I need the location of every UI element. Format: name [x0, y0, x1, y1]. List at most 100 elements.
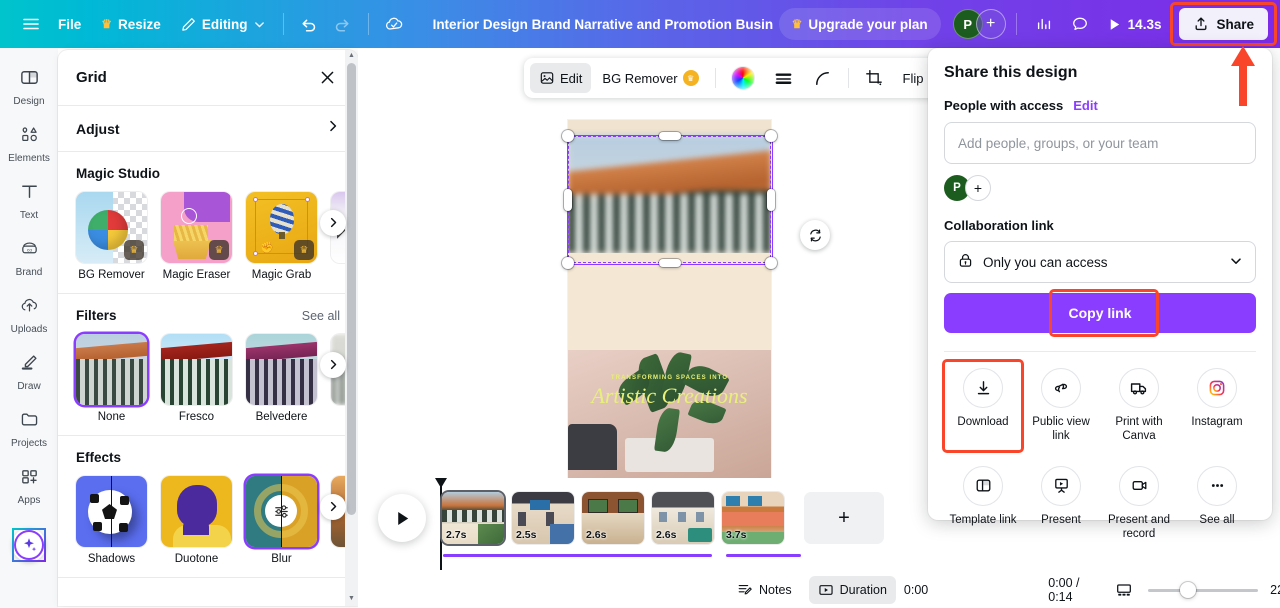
share-button[interactable]: Share: [1179, 8, 1268, 40]
magic-tool-magic-eraser[interactable]: ♛ Magic Eraser: [161, 192, 232, 281]
uploads-cloud-icon: [19, 295, 40, 321]
crop-button[interactable]: [856, 63, 892, 93]
share-action-instagram[interactable]: Instagram: [1178, 362, 1256, 450]
thumbnail: [161, 476, 232, 547]
duration-button[interactable]: Duration: [809, 576, 896, 604]
flip-button[interactable]: Flip: [894, 63, 933, 93]
share-action-label: Present and record: [1102, 513, 1176, 542]
share-action-public-view-link[interactable]: Public view link: [1022, 362, 1100, 450]
document-title[interactable]: Interior Design Brand Narrative and Prom…: [433, 17, 773, 32]
effect-blur[interactable]: Blur: [246, 476, 317, 565]
filter-none[interactable]: None: [76, 334, 147, 423]
timeline-clip[interactable]: 3.7s: [722, 492, 784, 544]
resize-handle-bl[interactable]: [562, 257, 574, 269]
add-page-button[interactable]: +: [804, 492, 884, 544]
effect-thumbs: Shadows Duotone: [76, 476, 340, 565]
share-action-present[interactable]: Present: [1022, 460, 1100, 548]
sidebar-item-design[interactable]: Design: [3, 60, 55, 112]
timeline-clip[interactable]: 2.7s: [442, 492, 504, 544]
editing-mode-button[interactable]: Editing: [171, 8, 275, 40]
resize-handle-tr[interactable]: [765, 130, 777, 142]
resize-handle-left[interactable]: [564, 189, 572, 211]
hamburger-icon[interactable]: [14, 8, 48, 40]
resize-handle-bottom[interactable]: [659, 259, 681, 267]
bg-remover-button[interactable]: BG Remover ♛: [593, 63, 707, 93]
filter-fresco[interactable]: Fresco: [161, 334, 232, 423]
comment-icon[interactable]: [1063, 8, 1097, 40]
magic-tool-magic-grab[interactable]: ✊ ♛ Magic Grab: [246, 192, 317, 281]
undo-icon[interactable]: [292, 8, 326, 40]
share-action-template-link[interactable]: Template link: [944, 460, 1022, 548]
effect-shadows[interactable]: Shadows: [76, 476, 147, 565]
cloud-saved-icon[interactable]: [377, 8, 411, 40]
scrollbar-down-arrow[interactable]: ▼: [348, 595, 355, 602]
preview-play-button[interactable]: 14.3s: [1099, 8, 1172, 40]
edit-image-button[interactable]: Edit: [530, 63, 591, 93]
sidebar-item-uploads[interactable]: Uploads: [3, 288, 55, 340]
panel-scrollbar[interactable]: ▲ ▼: [345, 50, 358, 606]
sidebar-item-apps[interactable]: Apps: [3, 459, 55, 511]
redo-icon[interactable]: [326, 8, 360, 40]
file-label: File: [58, 17, 81, 32]
add-people-input[interactable]: [944, 122, 1256, 164]
resize-button[interactable]: ♛ Resize: [91, 8, 171, 40]
timeline-clip[interactable]: 2.5s: [512, 492, 574, 544]
resize-handle-br[interactable]: [765, 257, 777, 269]
scrollbar-thumb[interactable]: [347, 63, 356, 515]
share-action-download[interactable]: Download: [944, 362, 1022, 450]
magic-studio-next-button[interactable]: [320, 210, 346, 236]
timeline-play-button[interactable]: [378, 494, 426, 542]
zoom-knob[interactable]: [1180, 582, 1196, 598]
color-button[interactable]: [723, 63, 763, 93]
share-action-label: Template link: [949, 513, 1016, 527]
rotate-icon[interactable]: [800, 220, 830, 250]
image-edit-icon: [539, 70, 555, 86]
timeline-clip[interactable]: 2.6s: [582, 492, 644, 544]
resize-handle-tl[interactable]: [562, 130, 574, 142]
timeline-track-a[interactable]: [443, 554, 712, 557]
image-selection-frame[interactable]: [568, 136, 771, 263]
sidebar-item-projects[interactable]: Projects: [3, 402, 55, 454]
timeline-track-b[interactable]: [726, 554, 801, 557]
corner-radius-button[interactable]: [804, 63, 841, 93]
upgrade-plan-button[interactable]: ♛ Upgrade your plan: [779, 8, 941, 40]
file-menu-button[interactable]: File: [48, 8, 91, 40]
adjust-button[interactable]: [765, 63, 802, 93]
add-collaborator-button[interactable]: +: [976, 9, 1006, 39]
close-icon[interactable]: [314, 65, 340, 91]
effects-next-button[interactable]: [320, 494, 346, 520]
sidebar-item-draw[interactable]: Draw: [3, 345, 55, 397]
pro-crown-icon: ♛: [209, 240, 229, 260]
sidebar-item-brand[interactable]: co Brand: [3, 231, 55, 283]
copy-link-button[interactable]: Copy link: [944, 293, 1256, 333]
sidebar-item-elements[interactable]: Elements: [3, 117, 55, 169]
timeline-clips: 2.7s 2.5s 2.6s: [442, 492, 884, 544]
effect-duotone[interactable]: Duotone: [161, 476, 232, 565]
scrollbar-up-arrow[interactable]: ▲: [348, 52, 355, 59]
share-action-print-with-canva[interactable]: Print with Canva: [1100, 362, 1178, 450]
zoom-percent[interactable]: 22%: [1270, 583, 1280, 597]
zoom-slider[interactable]: [1148, 583, 1258, 597]
text-icon: [19, 181, 40, 207]
resize-handle-top[interactable]: [659, 132, 681, 140]
share-action-see-all[interactable]: See all: [1178, 460, 1256, 548]
magic-tool-bg-remover[interactable]: ♛ BG Remover: [76, 192, 147, 281]
magic-sparkle-icon[interactable]: [12, 528, 46, 562]
thumbnail: [246, 476, 317, 547]
notes-button[interactable]: Notes: [728, 576, 801, 604]
filters-see-all-link[interactable]: See all: [302, 309, 340, 323]
access-level-select[interactable]: Only you can access: [944, 241, 1256, 283]
filter-belvedere[interactable]: Belvedere: [246, 334, 317, 423]
fit-screen-icon[interactable]: [1113, 577, 1136, 603]
filters-next-button[interactable]: [320, 352, 346, 378]
adjust-row[interactable]: Adjust: [58, 106, 358, 152]
share-action-present-and-record[interactable]: Present and record: [1100, 460, 1178, 548]
timeline-clip[interactable]: 2.6s: [652, 492, 714, 544]
resize-handle-right[interactable]: [767, 189, 775, 211]
add-person-button[interactable]: +: [965, 175, 991, 201]
section-header: Filters See all: [76, 308, 340, 323]
edit-access-link[interactable]: Edit: [1073, 98, 1098, 113]
bar-chart-icon[interactable]: [1027, 8, 1061, 40]
panel-header: Grid: [58, 50, 358, 106]
sidebar-item-text[interactable]: Text: [3, 174, 55, 226]
